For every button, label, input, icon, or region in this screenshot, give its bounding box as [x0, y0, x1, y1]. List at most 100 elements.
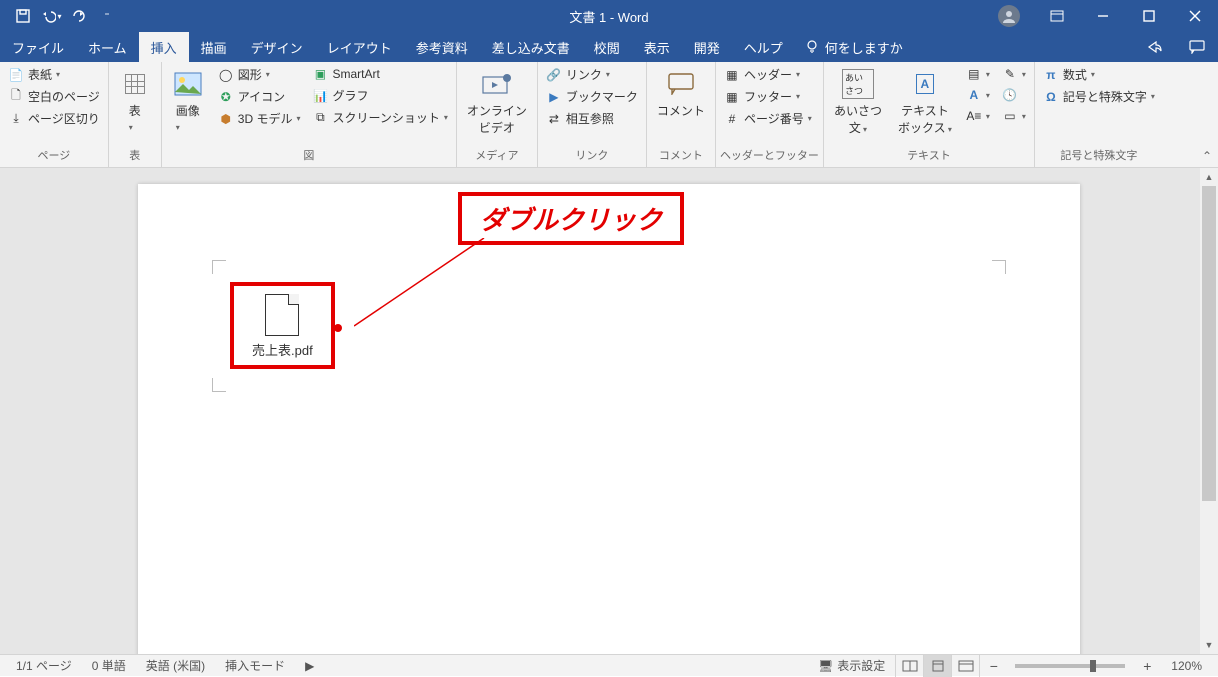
group-comments: コメント コメント: [647, 62, 716, 167]
close-button[interactable]: [1172, 0, 1218, 32]
date-time-button[interactable]: 🕓: [998, 85, 1030, 105]
group-text-label: テキスト: [828, 145, 1030, 167]
shapes-label: 図形: [238, 66, 262, 83]
header-button[interactable]: ▦ヘッダー▾: [720, 64, 816, 85]
group-text: あいさつ あいさつ 文 ▾ A テキスト ボックス ▾ ▤▾ A▾ A≡▾ ✎▾…: [824, 62, 1035, 167]
tab-layout[interactable]: レイアウト: [315, 32, 404, 62]
screenshot-label: スクリーンショット: [332, 109, 439, 126]
symbol-button[interactable]: Ω記号と特殊文字▾: [1039, 86, 1159, 107]
view-readmode-button[interactable]: [895, 655, 923, 677]
page[interactable]: 売上表.pdf ダブルクリック: [138, 184, 1080, 654]
annotation-text: ダブルクリック: [480, 205, 662, 235]
tab-insert[interactable]: 挿入: [139, 32, 189, 62]
signature-line-button[interactable]: ✎▾: [998, 64, 1030, 84]
collapse-ribbon-button[interactable]: ⌃: [1202, 149, 1212, 163]
scroll-thumb[interactable]: [1202, 186, 1216, 501]
tab-file[interactable]: ファイル: [0, 32, 76, 62]
zoom-level[interactable]: 120%: [1161, 659, 1212, 673]
chart-label: グラフ: [332, 87, 368, 104]
zoom-slider-knob[interactable]: [1090, 660, 1096, 672]
status-words[interactable]: 0 単語: [82, 657, 136, 674]
footer-button[interactable]: ▦フッター▾: [720, 86, 816, 107]
page-break-button[interactable]: ⤓ページ区切り: [4, 108, 104, 129]
symbol-label: 記号と特殊文字: [1063, 88, 1147, 105]
zoom-slider[interactable]: [1015, 664, 1125, 668]
bookmark-button[interactable]: ▶ブックマーク: [542, 86, 642, 107]
quickparts-button[interactable]: ▤▾: [962, 64, 994, 84]
pictures-button[interactable]: 画像▾: [166, 64, 210, 137]
cover-page-button[interactable]: 📄表紙▾: [4, 64, 104, 85]
view-printlayout-button[interactable]: [923, 655, 951, 677]
status-page[interactable]: 1/1 ページ: [6, 657, 82, 674]
group-links-label: リンク: [542, 145, 642, 167]
chart-button[interactable]: 📊グラフ: [308, 85, 451, 106]
maximize-button[interactable]: [1126, 0, 1172, 32]
icons-button[interactable]: ✪アイコン: [214, 86, 305, 107]
link-button[interactable]: 🔗リンク▾: [542, 64, 642, 85]
tab-developer[interactable]: 開発: [682, 32, 732, 62]
embedded-object-label: 売上表.pdf: [252, 340, 313, 359]
tab-mailings[interactable]: 差し込み文書: [480, 32, 582, 62]
undo-button[interactable]: ▾: [38, 3, 64, 29]
group-media: オンライン ビデオ メディア: [457, 62, 538, 167]
blank-page-label: 空白のページ: [28, 88, 100, 105]
ribbon-display-options-button[interactable]: [1034, 0, 1080, 32]
display-settings-label: 表示設定: [837, 657, 885, 674]
tab-design[interactable]: デザイン: [239, 32, 315, 62]
tab-draw[interactable]: 描画: [189, 32, 239, 62]
group-comments-label: コメント: [651, 145, 711, 167]
equation-button[interactable]: π数式▾: [1039, 64, 1159, 85]
3dmodel-button[interactable]: ⬢3D モデル▾: [214, 108, 305, 129]
smartart-button[interactable]: ▣SmartArt: [308, 64, 451, 84]
share-button[interactable]: [1134, 40, 1176, 54]
status-language[interactable]: 英語 (米国): [136, 657, 215, 674]
online-video-label: オンライン ビデオ: [467, 102, 527, 136]
save-button[interactable]: [10, 3, 36, 29]
table-button[interactable]: 表▾: [113, 64, 157, 137]
crossref-label: 相互参照: [566, 110, 614, 127]
display-settings-button[interactable]: 🖥 表示設定: [808, 657, 895, 674]
textbox-icon: A: [909, 68, 941, 100]
minimize-button[interactable]: [1080, 0, 1126, 32]
status-insert-mode[interactable]: 挿入モード: [215, 657, 295, 674]
tab-references[interactable]: 参考資料: [404, 32, 480, 62]
redo-button[interactable]: [66, 3, 92, 29]
scroll-up-button[interactable]: ▲: [1200, 168, 1218, 186]
view-weblayout-button[interactable]: [951, 655, 979, 677]
pagenum-button[interactable]: #ページ番号▾: [720, 108, 816, 129]
signature-icon: ✎: [1002, 66, 1018, 82]
qa-customize-button[interactable]: ⁼: [94, 3, 120, 29]
dropcap-button[interactable]: A≡▾: [962, 106, 994, 126]
embedded-pdf-object[interactable]: 売上表.pdf: [230, 282, 335, 369]
wordart-button[interactable]: A▾: [962, 85, 994, 105]
comments-pane-button[interactable]: [1176, 40, 1218, 54]
shapes-button[interactable]: ◯図形▾: [214, 64, 305, 85]
vertical-scrollbar[interactable]: ▲ ▼: [1200, 168, 1218, 654]
screenshot-button[interactable]: ⧉スクリーンショット▾: [308, 107, 451, 128]
status-macro-icon[interactable]: ▶: [295, 659, 324, 673]
icons-label: アイコン: [238, 88, 285, 105]
shapes-icon: ◯: [218, 67, 234, 83]
greeting-button[interactable]: あいさつ あいさつ 文 ▾: [828, 64, 888, 140]
margin-corner-fl: [212, 378, 226, 392]
tab-home[interactable]: ホーム: [76, 32, 139, 62]
zoom-in-button[interactable]: +: [1133, 655, 1161, 677]
online-video-button[interactable]: オンライン ビデオ: [461, 64, 533, 140]
object-button[interactable]: ▭▾: [998, 106, 1030, 126]
crossref-icon: ⇄: [546, 111, 562, 127]
group-media-label: メディア: [461, 145, 533, 167]
tab-help[interactable]: ヘルプ: [732, 32, 795, 62]
link-icon: 🔗: [546, 67, 562, 83]
comment-button[interactable]: コメント: [651, 64, 711, 123]
crossref-button[interactable]: ⇄相互参照: [542, 108, 642, 129]
scroll-down-button[interactable]: ▼: [1200, 636, 1218, 654]
textbox-button[interactable]: A テキスト ボックス ▾: [892, 64, 958, 140]
scroll-track[interactable]: [1202, 186, 1216, 636]
zoom-out-button[interactable]: −: [979, 655, 1007, 677]
group-tables: 表▾ 表: [109, 62, 162, 167]
tab-review[interactable]: 校閲: [582, 32, 632, 62]
blank-page-button[interactable]: 🗋空白のページ: [4, 86, 104, 107]
tellme-search[interactable]: 何をしますか: [795, 32, 913, 62]
user-avatar[interactable]: [998, 5, 1020, 27]
tab-view[interactable]: 表示: [632, 32, 682, 62]
